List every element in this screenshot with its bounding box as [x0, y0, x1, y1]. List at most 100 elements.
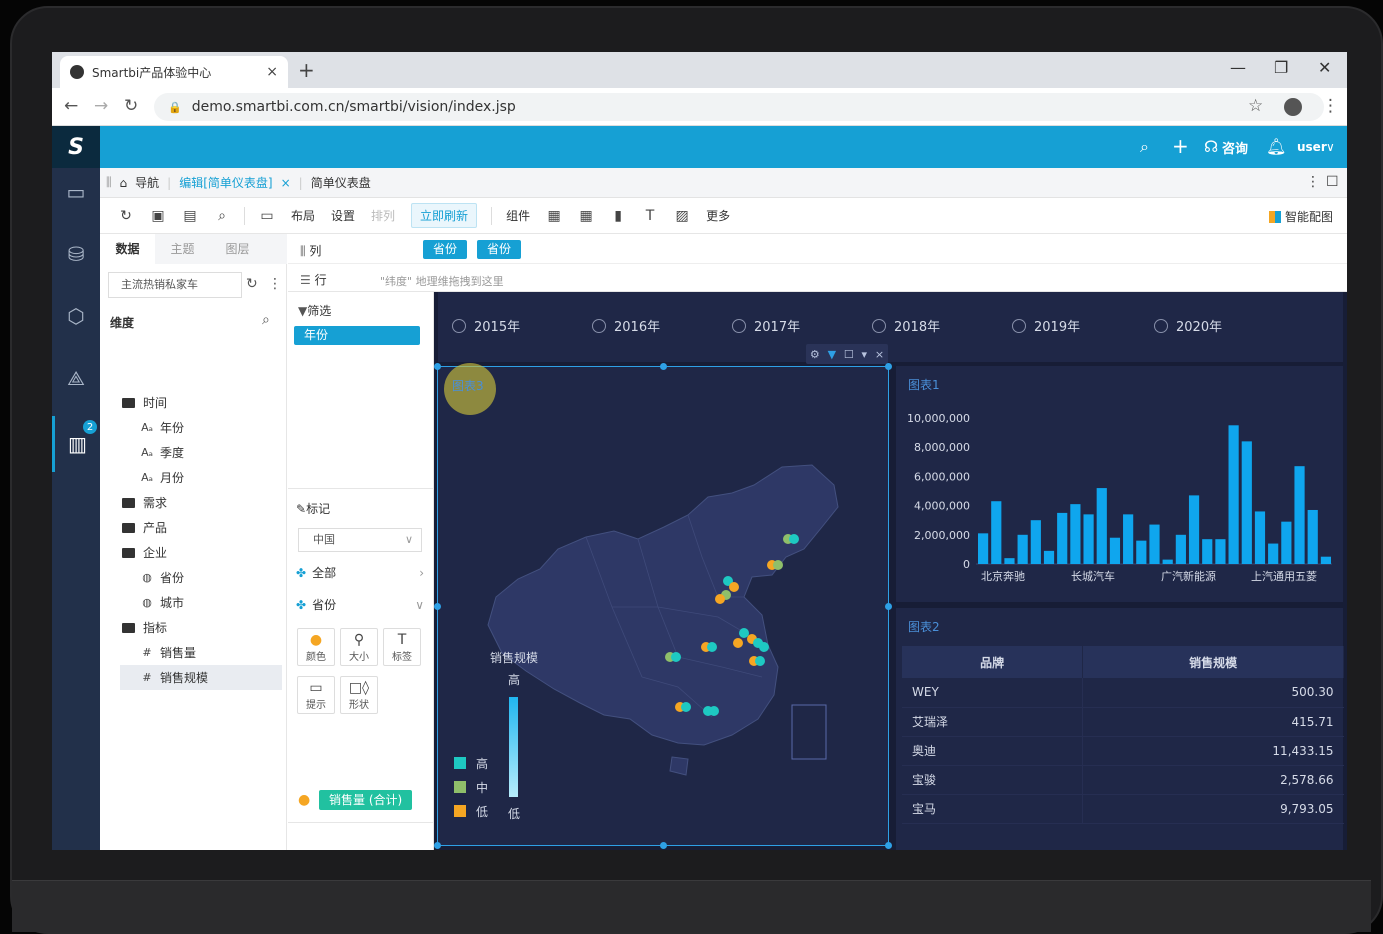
rail-database-icon[interactable]: ⛁ [52, 230, 100, 278]
dataset-more-icon[interactable]: ⋮ [268, 276, 282, 292]
year-radio-2016[interactable]: 2016年 [592, 316, 660, 335]
legend-swatch-mid[interactable] [454, 781, 466, 793]
bar-chart-icon[interactable]: ▮ [609, 207, 627, 225]
filter-icon[interactable]: ▼ [828, 348, 836, 361]
label-button[interactable]: T 标签 [383, 628, 421, 666]
tab-layer[interactable]: 图层 [210, 234, 265, 264]
crosstab-icon[interactable]: ▦ [577, 207, 595, 225]
table-header-scale[interactable]: 销售规模 [1082, 646, 1344, 678]
bar[interactable] [1083, 514, 1094, 564]
filter-chip-year[interactable]: 年份 [294, 326, 420, 345]
rail-analysis-icon[interactable]: ⟁ [52, 354, 100, 402]
breadcrumb-edit-tab[interactable]: 编辑[简单仪表盘] [179, 174, 272, 191]
dataset-select[interactable]: 主流热销私家车 [108, 272, 242, 298]
bar[interactable] [1149, 524, 1160, 564]
bar[interactable] [1057, 512, 1068, 564]
search-icon[interactable]: ⌕ [1140, 137, 1149, 157]
bar[interactable] [1070, 504, 1081, 564]
column-chip-province[interactable]: 省份 [423, 240, 468, 259]
layout-menu[interactable]: 布局 [291, 207, 315, 224]
reload-icon[interactable]: ↻ [124, 96, 138, 116]
bar[interactable] [978, 533, 989, 564]
tree-measure-sales-volume[interactable]: # 销售量 [140, 640, 196, 665]
tree-field-month[interactable]: Aₐ 月份 [140, 465, 184, 490]
chevron-down-icon[interactable]: ∨ [1326, 140, 1335, 154]
url-field[interactable]: 🔒 demo.smartbi.com.cn/smartbi/vision/ind… [154, 93, 1324, 121]
table-row[interactable]: 奥迪 11,433.15 [902, 736, 1344, 766]
resize-handle[interactable] [885, 603, 892, 610]
tooltip-button[interactable]: ▭ 提示 [297, 676, 335, 714]
bar[interactable] [1268, 543, 1279, 564]
tree-folder-time[interactable]: 时间 [122, 390, 167, 415]
smart-chart-button[interactable]: 智能配图 [1268, 208, 1333, 225]
preview-icon[interactable]: ⌕ [213, 207, 231, 225]
home-icon[interactable]: ⌂ [120, 176, 128, 190]
rail-dashboard-icon[interactable]: ▥ 2 [52, 416, 100, 472]
rail-cube-icon[interactable]: ⬡ [52, 292, 100, 340]
resize-handle[interactable] [434, 363, 441, 370]
bar[interactable] [1175, 534, 1186, 564]
resize-handle[interactable] [434, 603, 441, 610]
year-radio-2020[interactable]: 2020年 [1154, 316, 1222, 335]
resize-handle[interactable] [660, 842, 667, 849]
bar[interactable] [1241, 441, 1252, 564]
table-widget[interactable]: 图表2 品牌 销售规模 WEY 500.30 艾瑞泽 415.71 奥迪 11,433… [896, 608, 1344, 850]
smartbi-logo[interactable]: S [52, 126, 100, 168]
image-icon[interactable]: ▨ [673, 207, 691, 225]
maximize-icon[interactable]: ☐ [1326, 174, 1339, 190]
tree-folder-measures[interactable]: 指标 [122, 615, 167, 640]
restore-icon[interactable]: ❐ [1274, 58, 1288, 77]
legend-swatch-high[interactable] [454, 757, 466, 769]
bar[interactable] [1096, 488, 1107, 564]
back-icon[interactable]: ← [64, 96, 78, 116]
bar[interactable] [1109, 537, 1121, 564]
breadcrumb-current[interactable]: 简单仪表盘 [311, 174, 371, 191]
headset-icon[interactable]: ☊ [1204, 137, 1218, 156]
measure-chip-sales-volume[interactable]: 销售量 (合计) [319, 790, 413, 810]
save-as-icon[interactable]: ▤ [181, 207, 199, 225]
size-button[interactable]: ⚲ 大小 [340, 628, 378, 666]
text-icon[interactable]: T [641, 207, 659, 225]
browser-tab[interactable]: Smartbi产品体验中心 × [60, 56, 288, 88]
refresh-now-button[interactable]: 立即刷新 [411, 203, 478, 228]
close-widget-icon[interactable]: × [875, 348, 884, 361]
refresh-icon[interactable]: ↻ [117, 207, 135, 225]
tree-measure-sales-scale[interactable]: # 销售规模 [120, 665, 282, 690]
year-radio-2018[interactable]: 2018年 [872, 316, 940, 335]
settings-icon[interactable]: ⚙ [810, 348, 820, 361]
profile-icon[interactable] [1284, 98, 1302, 116]
bar[interactable] [1043, 550, 1055, 564]
tree-field-province[interactable]: ◍ 省份 [140, 565, 184, 590]
dropdown-icon[interactable]: ▾ [862, 348, 868, 361]
more-vert-icon[interactable]: ⋮ [1306, 174, 1320, 190]
bar-chart-widget[interactable]: 图表1 10,000,000 8,000,000 6,000,000 4,000,00… [896, 366, 1343, 602]
resize-handle[interactable] [885, 842, 892, 849]
close-tab-icon[interactable]: × [266, 64, 278, 80]
user-menu[interactable]: user [1297, 140, 1327, 154]
bar[interactable] [1228, 425, 1239, 564]
table-widget-title[interactable]: 图表2 [908, 618, 940, 635]
bar[interactable] [1294, 466, 1305, 564]
bar[interactable] [1202, 539, 1213, 564]
tree-folder-enterprise[interactable]: 企业 [122, 540, 167, 565]
rail-monitor-icon[interactable]: ▭ [52, 168, 100, 216]
tree-field-year[interactable]: Aₐ 年份 [140, 415, 184, 440]
minimize-icon[interactable]: — [1230, 58, 1246, 77]
bar[interactable] [991, 501, 1002, 564]
reload-dataset-icon[interactable]: ↻ [246, 276, 258, 292]
bar[interactable] [1254, 511, 1266, 564]
tree-field-quarter[interactable]: Aₐ 季度 [140, 440, 184, 465]
tree-folder-product[interactable]: 产品 [122, 515, 167, 540]
bar[interactable] [1307, 509, 1318, 564]
bar[interactable] [1215, 539, 1226, 564]
table-row[interactable]: 宝马 9,793.05 [902, 794, 1344, 824]
table-row[interactable]: 艾瑞泽 415.71 [902, 707, 1344, 737]
year-radio-2019[interactable]: 2019年 [1012, 316, 1080, 335]
mark-type-select[interactable]: 中国 ∨ [298, 528, 422, 552]
resize-handle[interactable] [885, 363, 892, 370]
window-close-icon[interactable]: ✕ [1318, 58, 1331, 77]
column-chip-province-2[interactable]: 省份 [477, 240, 522, 259]
legend-swatch-low[interactable] [454, 805, 466, 817]
breadcrumb-nav[interactable]: 导航 [135, 174, 159, 191]
bell-icon[interactable]: 🔔︎ [1266, 137, 1286, 156]
